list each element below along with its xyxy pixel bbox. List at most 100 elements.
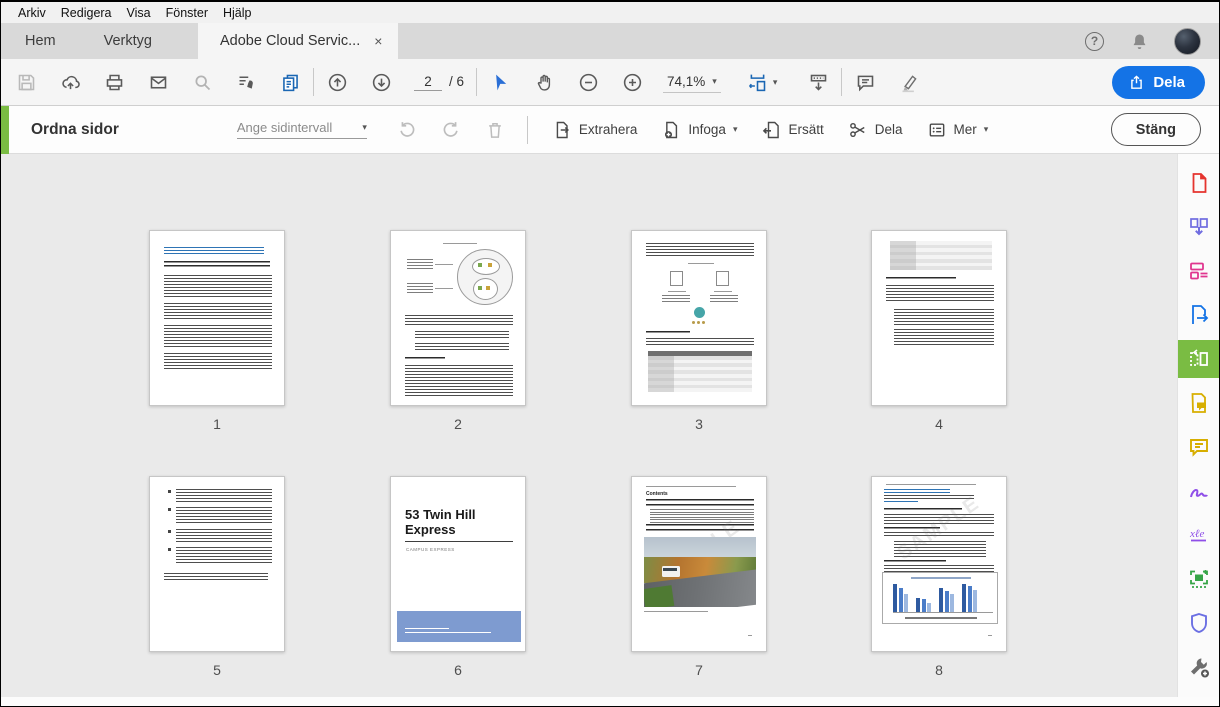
sidebar-tool-create-pdf[interactable] xyxy=(1178,164,1220,202)
sidebar-tool-scan-ocr[interactable] xyxy=(1178,560,1220,598)
zoom-in-icon[interactable] xyxy=(621,71,643,93)
page-number-label: 7 xyxy=(631,662,767,678)
save-icon[interactable] xyxy=(15,71,37,93)
page-thumbnail-7[interactable]: Contents SAMPLE xyxy=(631,476,767,652)
user-avatar[interactable] xyxy=(1174,28,1201,55)
fit-width-icon[interactable] xyxy=(747,71,769,93)
acrobat-window: Arkiv Redigera Visa Fönster Hjälp Hem Ve… xyxy=(0,0,1220,707)
page-number-label: 4 xyxy=(871,416,1007,432)
combine-files-icon xyxy=(1187,215,1211,239)
organize-pages-toolbar: Ordna sidor Ange sidintervall ▾ Extraher… xyxy=(1,106,1219,154)
page-range-dropdown[interactable]: Ange sidintervall ▾ xyxy=(237,120,367,139)
sidebar-tool-export-pdf[interactable] xyxy=(1178,296,1220,334)
sidebar-tool-combine-files[interactable] xyxy=(1178,208,1220,246)
sidebar-tool-send-for-comments[interactable] xyxy=(1178,384,1220,422)
tool-accent-bar xyxy=(1,106,9,154)
tab-bar: Hem Verktyg Adobe Cloud Servic... × ? xyxy=(1,23,1219,59)
zoom-level-value: 74,1% xyxy=(667,74,705,89)
menu-bar: Arkiv Redigera Visa Fönster Hjälp xyxy=(1,2,1219,23)
tab-document[interactable]: Adobe Cloud Servic... × xyxy=(198,23,398,59)
notifications-bell-icon[interactable] xyxy=(1128,30,1150,52)
menu-visa[interactable]: Visa xyxy=(127,6,151,20)
page-thumbnail-8[interactable]: SAMPLE xyxy=(871,476,1007,652)
comment-icon[interactable] xyxy=(854,71,876,93)
split-label: Dela xyxy=(875,122,903,137)
previous-page-icon[interactable] xyxy=(326,71,348,93)
page-number-input[interactable]: 2 xyxy=(414,74,442,91)
zoom-level-dropdown[interactable]: 74,1% ▾ xyxy=(663,72,721,93)
page-thumbnail-1[interactable] xyxy=(149,230,285,406)
next-page-icon[interactable] xyxy=(370,71,392,93)
page-thumbnail-2[interactable] xyxy=(390,230,526,406)
page-thumbnail-4[interactable] xyxy=(871,230,1007,406)
comparison-table xyxy=(648,351,752,392)
page-total-label: / 6 xyxy=(449,74,464,89)
menu-fonster[interactable]: Fönster xyxy=(166,6,208,20)
search-icon[interactable] xyxy=(191,71,213,93)
tab-bar-right: ? xyxy=(1085,23,1219,59)
rotate-right-button[interactable] xyxy=(441,120,461,140)
toolbar-separator xyxy=(476,68,477,96)
caret-down-icon: ▾ xyxy=(362,122,367,133)
fill-and-sign-icon xyxy=(1187,479,1211,503)
sidebar-tool-edit-pdf[interactable] xyxy=(1178,252,1220,290)
zoom-out-icon[interactable] xyxy=(577,71,599,93)
upload-cloud-icon[interactable] xyxy=(59,71,81,93)
comment-icon xyxy=(1187,435,1211,459)
ridership-bar-chart xyxy=(882,572,998,624)
presentation-mode-icon[interactable] xyxy=(807,71,829,93)
tab-close-icon[interactable]: × xyxy=(374,33,382,49)
menu-hjalp[interactable]: Hjälp xyxy=(223,6,252,20)
tab-home[interactable]: Hem xyxy=(1,23,80,59)
insert-pages-button[interactable]: Infoga ▾ xyxy=(661,120,737,140)
page-navigation: 2 / 6 xyxy=(414,74,464,91)
main-toolbar: 2 / 6 74,1% ▾ ▾ xyxy=(1,59,1219,106)
request-signatures-icon: xℓe xyxy=(1187,523,1211,547)
page-thumbnail-5[interactable] xyxy=(149,476,285,652)
organize-pages-icon xyxy=(1187,347,1211,371)
rotate-left-button[interactable] xyxy=(397,120,417,140)
sidebar-tool-more-tools[interactable] xyxy=(1178,648,1220,686)
delete-pages-button[interactable] xyxy=(485,120,505,140)
copy-pages-icon[interactable] xyxy=(279,71,301,93)
extract-pages-button[interactable]: Extrahera xyxy=(552,120,638,140)
replace-pages-button[interactable]: Ersätt xyxy=(761,120,823,140)
select-tool-icon[interactable] xyxy=(489,71,511,93)
send-for-signature-icon[interactable] xyxy=(235,71,257,93)
email-icon[interactable] xyxy=(147,71,169,93)
tools-sidebar: xℓe xyxy=(1177,154,1219,697)
split-document-button[interactable]: Dela xyxy=(848,120,903,140)
share-button[interactable]: Dela xyxy=(1112,66,1205,99)
page6-title: 53 Twin Hill Express xyxy=(405,507,476,537)
sidebar-tool-comment[interactable] xyxy=(1178,428,1220,466)
caret-down-icon: ▾ xyxy=(984,124,989,135)
comparison-table xyxy=(890,241,992,270)
scan-ocr-icon xyxy=(1187,567,1211,591)
sidebar-tool-request-signatures[interactable]: xℓe xyxy=(1178,516,1220,554)
sidebar-tool-protect[interactable] xyxy=(1178,604,1220,642)
page-thumbnail-6[interactable]: 53 Twin Hill Express CAMPUS EXPRESS xyxy=(390,476,526,652)
close-tool-button[interactable]: Stäng xyxy=(1111,113,1201,146)
tool-title: Ordna sidor xyxy=(31,121,119,139)
sidebar-tool-fill-and-sign[interactable] xyxy=(1178,472,1220,510)
print-icon[interactable] xyxy=(103,71,125,93)
page-number-label: 2 xyxy=(390,416,526,432)
menu-redigera[interactable]: Redigera xyxy=(61,6,112,20)
tab-document-label: Adobe Cloud Servic... xyxy=(220,33,360,49)
help-icon[interactable]: ? xyxy=(1085,32,1104,51)
share-icon xyxy=(1128,74,1145,91)
hand-tool-icon[interactable] xyxy=(533,71,555,93)
highlighter-icon[interactable] xyxy=(898,71,920,93)
page-thumbnail-3[interactable] xyxy=(631,230,767,406)
more-options-button[interactable]: Mer ▾ xyxy=(927,120,989,140)
caret-down-icon[interactable]: ▾ xyxy=(773,77,778,88)
tab-tools[interactable]: Verktyg xyxy=(80,23,176,59)
svg-text:xℓe: xℓe xyxy=(1189,528,1204,540)
page-number-label: 5 xyxy=(149,662,285,678)
replace-label: Ersätt xyxy=(788,122,823,137)
bottom-strip xyxy=(1,697,1219,707)
sidebar-tool-organize-pages[interactable] xyxy=(1178,340,1220,378)
page6-subtitle: CAMPUS EXPRESS xyxy=(406,547,455,552)
menu-arkiv[interactable]: Arkiv xyxy=(18,6,46,20)
toolbar-separator xyxy=(841,68,842,96)
